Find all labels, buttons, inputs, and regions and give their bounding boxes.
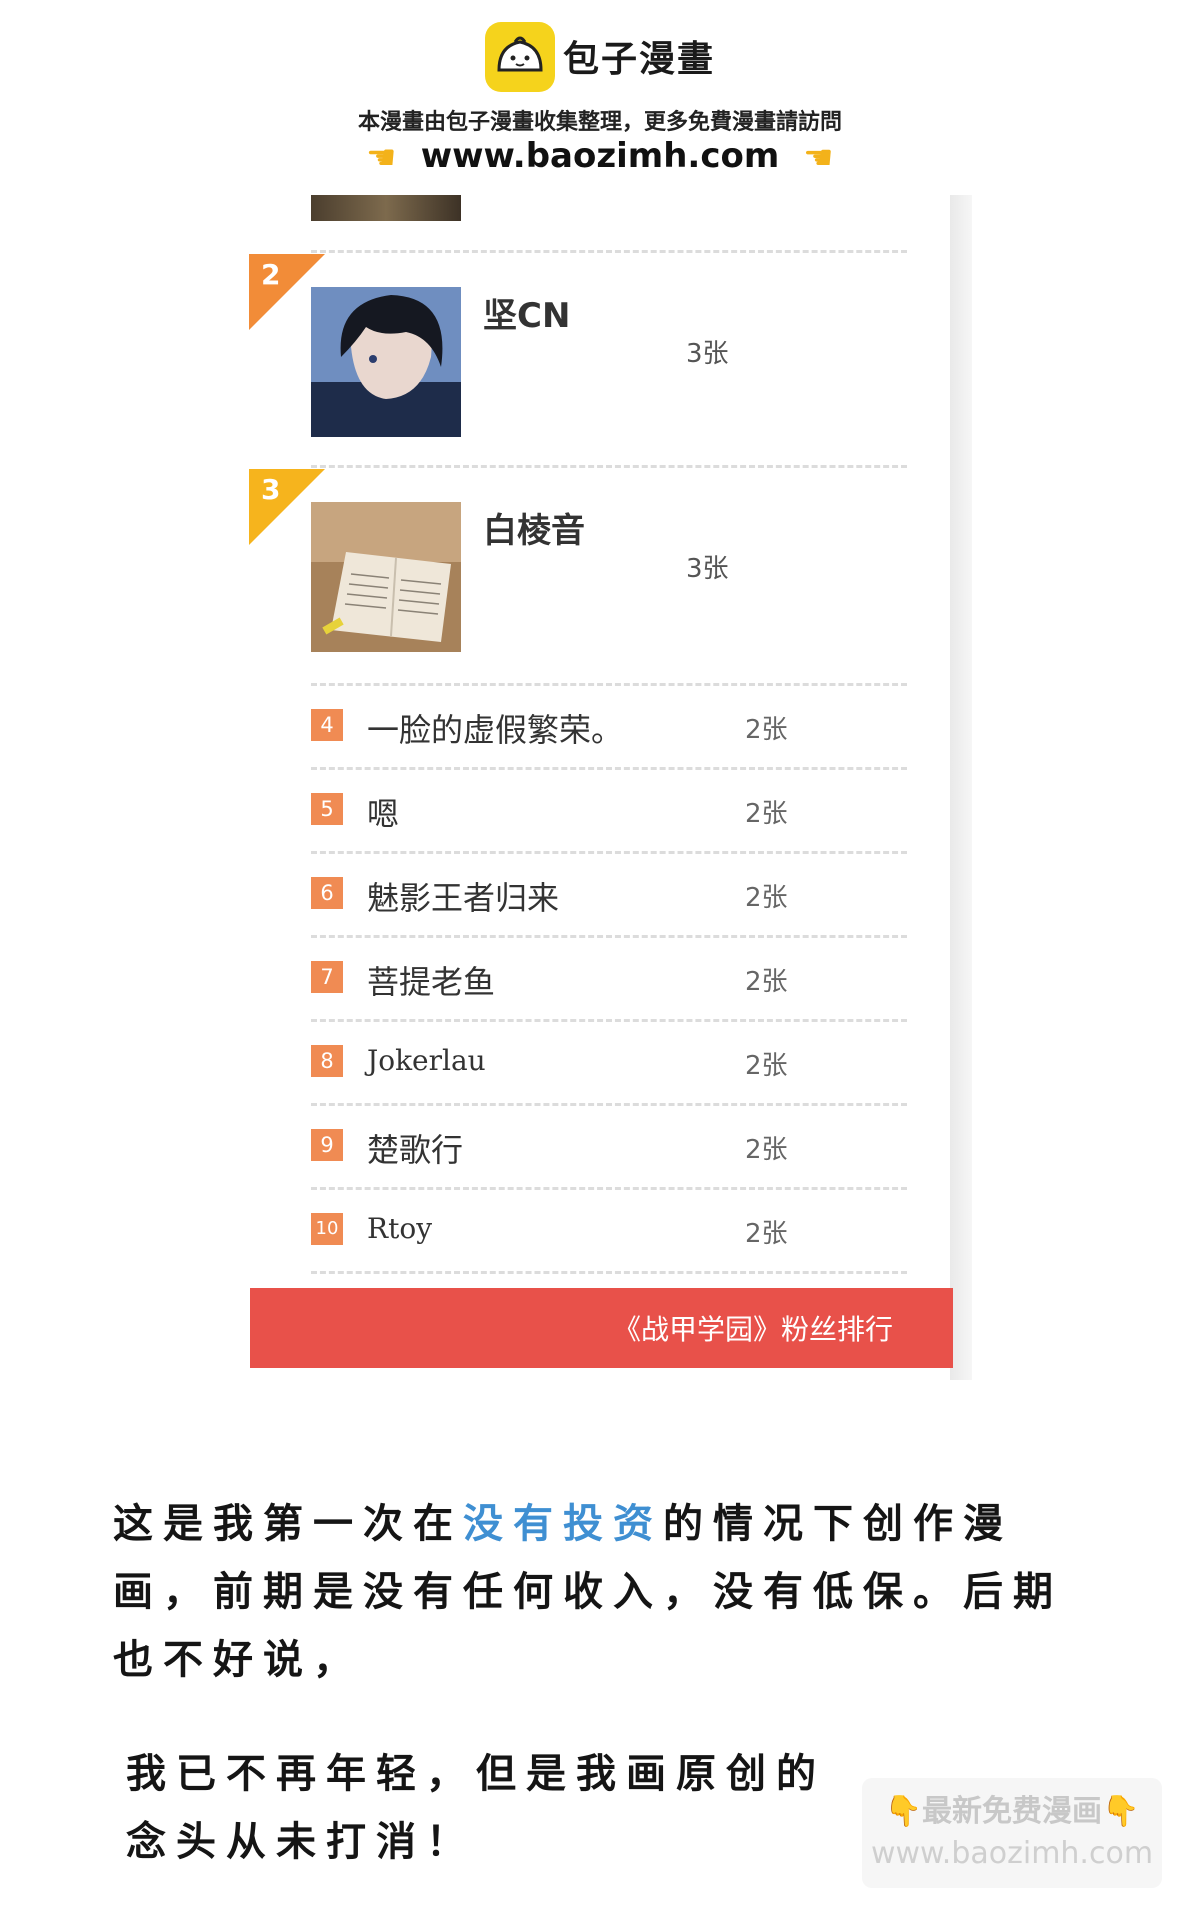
- user-avatar[interactable]: [311, 287, 461, 437]
- fan-count: 2张: [745, 715, 788, 745]
- watermark-url-row: ☛ www.baozimh.com ☚: [0, 136, 1200, 178]
- rank-1-avatar-partial: [311, 195, 461, 221]
- rank-number-badge: 9: [311, 1129, 343, 1161]
- card-shadow: [950, 195, 972, 1380]
- author-note-paragraph-2: 我已不再年轻，但是我画原创的念头从未打消！: [126, 1750, 826, 1865]
- rank-number-badge: 4: [311, 709, 343, 741]
- divider: [311, 851, 907, 854]
- rank-number-badge: 5: [311, 793, 343, 825]
- pointing-hand-icon: ☛: [366, 137, 397, 178]
- top-fan-count: 3张: [686, 554, 729, 584]
- fan-count: 2张: [745, 883, 788, 913]
- ranking-footer-title: 《战甲学园》粉丝排行: [612, 1313, 893, 1346]
- user-avatar[interactable]: [311, 502, 461, 652]
- pointing-hand-icon: ☚: [803, 137, 834, 178]
- divider: [311, 683, 907, 686]
- fan-count: 2张: [745, 1135, 788, 1165]
- fan-name[interactable]: 楚歌行: [367, 1125, 463, 1171]
- divider: [311, 1019, 907, 1022]
- pointing-down-icon: 👇: [1102, 1794, 1140, 1829]
- fan-name[interactable]: 魅影王者归来: [367, 873, 559, 919]
- highlight-text: 没有投资: [463, 1500, 663, 1547]
- divider: [311, 465, 907, 468]
- divider: [311, 1187, 907, 1190]
- divider: [311, 767, 907, 770]
- fan-name[interactable]: 菩提老鱼: [367, 957, 495, 1003]
- divider: [311, 250, 907, 253]
- rank-number-badge: 7: [311, 961, 343, 993]
- divider: [311, 1103, 907, 1106]
- fan-count: 2张: [745, 1051, 788, 1081]
- top-fan-count: 3张: [686, 339, 729, 369]
- top-fan-name[interactable]: 坚CN: [483, 288, 570, 337]
- rank-number-badge: 8: [311, 1045, 343, 1077]
- rank-number-badge: 6: [311, 877, 343, 909]
- ranking-footer-bar[interactable]: 《战甲学园》粉丝排行: [250, 1288, 953, 1368]
- fan-name[interactable]: 一脸的虚假繁荣。: [367, 705, 623, 751]
- fan-count: 2张: [745, 1219, 788, 1249]
- brand-name: 包子漫畫: [563, 39, 716, 80]
- divider: [311, 1271, 907, 1274]
- fan-name[interactable]: Jokerlau: [367, 1044, 486, 1077]
- top-fan-name[interactable]: 白棱音: [483, 503, 585, 552]
- fan-count: 2张: [745, 799, 788, 829]
- fan-name[interactable]: 嗯: [367, 789, 399, 835]
- watermark-stamp: 👇最新免费漫画👇 www.baozimh.com: [862, 1778, 1162, 1888]
- watermark-header: 包子漫畫 本漫畫由包子漫畫收集整理，更多免費漫畫請訪問 ☛ www.baozim…: [0, 0, 1200, 185]
- baozi-logo-icon: [485, 22, 555, 92]
- watermark-url[interactable]: www.baozimh.com: [421, 136, 780, 176]
- divider: [311, 935, 907, 938]
- fan-name[interactable]: Rtoy: [367, 1212, 432, 1245]
- pointing-down-icon: 👇: [884, 1794, 922, 1829]
- fan-count: 2张: [745, 967, 788, 997]
- rank-number-badge: 10: [311, 1213, 343, 1245]
- author-note-paragraph: 这是我第一次在没有投资的情况下创作漫画，前期是没有任何收入，没有低保。后期也不好…: [113, 1500, 1063, 1683]
- watermark-notice: 本漫畫由包子漫畫收集整理，更多免費漫畫請訪問: [357, 110, 842, 135]
